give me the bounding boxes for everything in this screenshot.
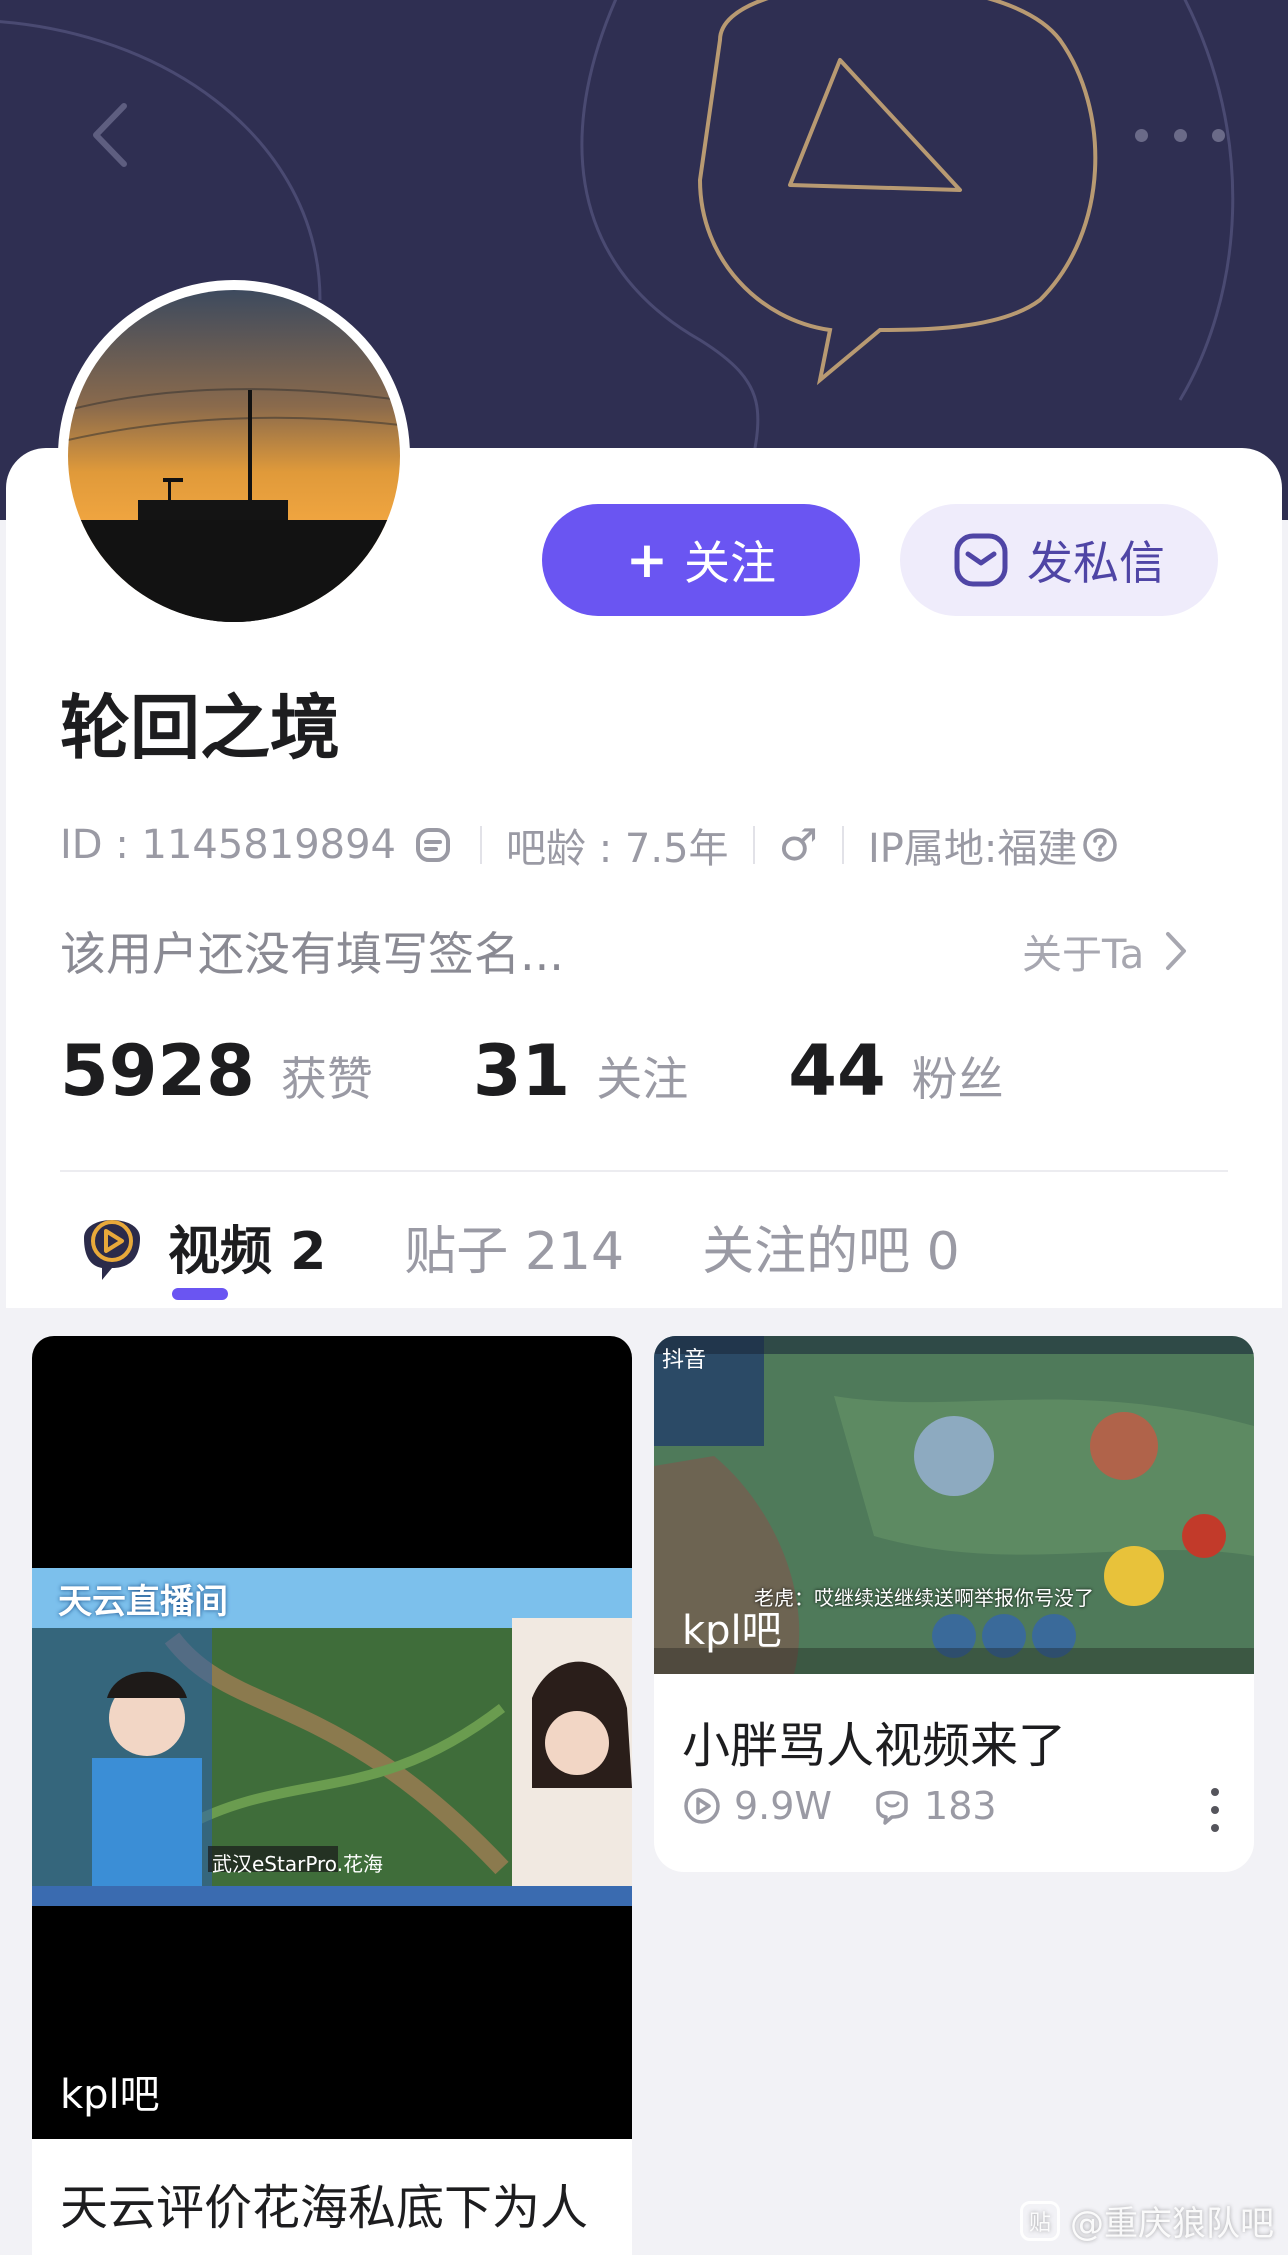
tab-followed-bars[interactable]: 关注的吧 0 <box>702 1209 960 1284</box>
send-message-button[interactable]: 发私信 <box>900 504 1218 616</box>
divider <box>480 826 482 864</box>
section-divider <box>60 1170 1228 1172</box>
tab-videos-label: 视频 2 <box>168 1221 327 1282</box>
comment-count[interactable]: 183 <box>872 1784 997 1828</box>
livestream-frame-image: 天云直播间 武汉eStarPro.花海 <box>32 1568 632 1906</box>
bar-tag[interactable]: kpl吧 <box>60 2062 160 2120</box>
bar-age: 吧龄 : 7.5年 <box>506 826 729 872</box>
profile-info-row: ID : 1145819894 吧龄 : 7.5年 ♂ IP属地:福建 <box>60 812 1119 878</box>
user-id: ID : 1145819894 <box>60 822 396 868</box>
divider <box>841 826 844 864</box>
overlay-title: 天云直播间 <box>58 1582 228 1622</box>
gender-male-icon: ♂ <box>778 819 818 871</box>
stat-following[interactable]: 31 关注 <box>473 1030 688 1112</box>
overlay-caption: 武汉eStarPro.花海 <box>212 1852 384 1876</box>
view-count-value: 9.9W <box>734 1784 833 1828</box>
stat-label: 获赞 <box>280 1052 373 1106</box>
stat-fans[interactable]: 44 粉丝 <box>788 1030 1003 1112</box>
follow-button[interactable]: + 关注 <box>542 504 860 616</box>
ip-help-button[interactable] <box>1081 826 1119 864</box>
video-title[interactable]: 小胖骂人视频来了 <box>682 1706 1066 1776</box>
envelope-icon <box>954 533 1008 587</box>
video-tab-logo-icon <box>84 1220 140 1280</box>
tab-videos[interactable]: 视频 2 <box>74 1208 326 1284</box>
avatar[interactable] <box>58 280 410 632</box>
chevron-left-icon <box>93 103 127 167</box>
divider <box>752 826 755 864</box>
question-circle-icon <box>1083 828 1118 862</box>
stats-row: 5928 获赞 31 关注 44 粉丝 <box>60 1030 1004 1126</box>
more-dots-icon <box>1135 128 1148 142</box>
stat-value: 44 <box>788 1030 886 1112</box>
profile-tabs: 视频 2 贴子 214 关注的吧 0 <box>74 1190 960 1302</box>
video-more-button[interactable] <box>1200 1780 1230 1840</box>
tab-posts-label: 贴子 214 <box>404 1221 625 1282</box>
watermark: 贴 @重庆狼队吧 <box>1020 2196 1274 2245</box>
comment-count-value: 183 <box>924 1784 997 1828</box>
username: 轮回之境 <box>60 687 340 769</box>
plus-icon: + <box>626 531 668 589</box>
chevron-right-icon <box>1166 932 1187 970</box>
play-circle-icon <box>684 1788 720 1824</box>
stat-likes[interactable]: 5928 获赞 <box>60 1030 373 1112</box>
stat-label: 关注 <box>596 1052 689 1106</box>
copy-id-button[interactable] <box>414 824 456 866</box>
about-ta-link[interactable]: 关于Ta <box>1022 922 1188 980</box>
kebab-menu-icon <box>1211 1788 1219 1796</box>
view-count: 9.9W <box>682 1784 832 1828</box>
follow-button-label: 关注 <box>683 536 776 590</box>
ip-location: IP属地:福建 <box>867 826 1078 872</box>
copy-icon <box>416 828 450 862</box>
video-card[interactable]: 天云直播间 武汉eStarPro.花海 kpl吧 天云评价花海私底下为人 <box>32 1336 632 2255</box>
video-title[interactable]: 天云评价花海私底下为人 <box>60 2168 588 2238</box>
avatar-sunset-image <box>68 290 400 622</box>
video-thumbnail: 抖音 老虎：哎继续送继续送啊举报你号没了 kpl吧 <box>654 1336 1254 1674</box>
video-card[interactable]: 抖音 老虎：哎继续送继续送啊举报你号没了 kpl吧 小胖骂人视频来了 9.9W … <box>654 1336 1254 1872</box>
comment-icon <box>876 1790 908 1825</box>
stat-label: 粉丝 <box>911 1052 1004 1106</box>
video-meta: 9.9W 183 <box>682 1784 1037 1828</box>
tab-followed-bars-label: 关注的吧 0 <box>702 1221 960 1282</box>
stat-value: 31 <box>472 1030 571 1112</box>
tieba-logo-icon: 贴 <box>1020 2200 1060 2241</box>
about-ta-label: 关于Ta <box>1022 932 1145 978</box>
user-bio: 该用户还没有填写签名... <box>60 927 564 981</box>
tab-posts[interactable]: 贴子 214 <box>404 1209 624 1284</box>
more-options-button[interactable] <box>1135 110 1225 160</box>
watermark-text: @重庆狼队吧 <box>1070 2204 1274 2244</box>
bar-tag[interactable]: kpl吧 <box>682 1598 782 1656</box>
overlay-source: 抖音 <box>662 1348 707 1373</box>
stat-value: 5928 <box>60 1030 255 1112</box>
active-tab-indicator <box>172 1288 228 1300</box>
back-button[interactable] <box>80 95 140 175</box>
video-thumbnail: 天云直播间 武汉eStarPro.花海 kpl吧 <box>32 1336 632 2139</box>
send-message-label: 发私信 <box>1027 536 1165 590</box>
overlay-caption: 老虎：哎继续送继续送啊举报你号没了 <box>754 1586 1094 1610</box>
